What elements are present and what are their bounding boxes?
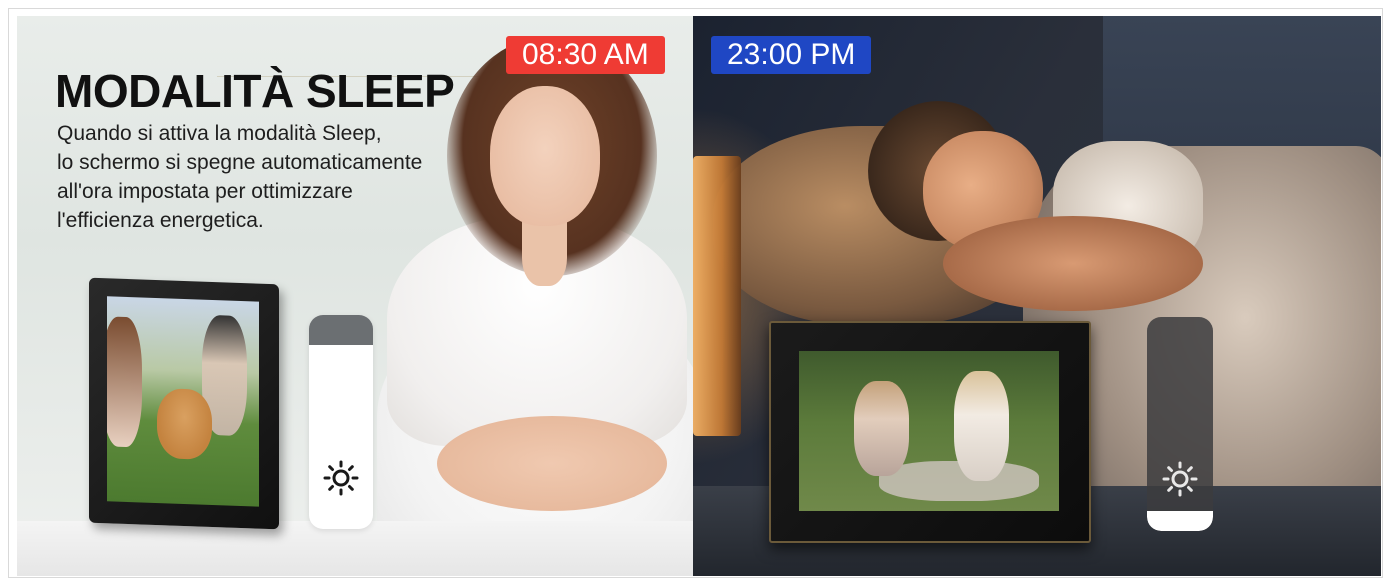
child-arm [943, 216, 1203, 311]
headline: MODALITÀ SLEEP [55, 65, 455, 117]
sun-icon [323, 460, 359, 496]
woman-arms [437, 416, 667, 511]
table [17, 521, 693, 576]
brightness-slider[interactable] [1147, 317, 1213, 531]
photo-frame-screen [107, 296, 259, 507]
woman-neck [522, 216, 567, 286]
photo-person [107, 316, 142, 448]
time-badge-morning: 08:30 AM [506, 36, 665, 74]
description-line: Quando si attiva la modalità Sleep, [57, 122, 382, 145]
bedside-lamp [693, 156, 741, 436]
time-badge-night: 23:00 PM [711, 36, 872, 74]
photo-dog [157, 388, 212, 460]
brightness-slider-fill [1147, 511, 1213, 531]
description-line: lo schermo si spegne automaticamente [57, 151, 423, 174]
brightness-slider[interactable] [309, 315, 373, 529]
night-scene-panel: 23:00 PM [693, 16, 1381, 576]
description-line: all'ora impostata per ottimizzare [57, 180, 353, 203]
description-line: l'efficienza energetica. [57, 209, 264, 232]
description: Quando si attiva la modalità Sleep, lo s… [57, 119, 527, 235]
photo-person [854, 381, 909, 476]
digital-photo-frame [89, 277, 279, 530]
brightness-slider-fill [309, 315, 373, 345]
digital-photo-frame [769, 321, 1091, 543]
photo-person [954, 371, 1009, 481]
day-scene-panel: MODALITÀ SLEEP Quando si attiva la modal… [17, 16, 693, 576]
photo-frame-screen [799, 351, 1059, 511]
sun-icon [1162, 461, 1198, 497]
